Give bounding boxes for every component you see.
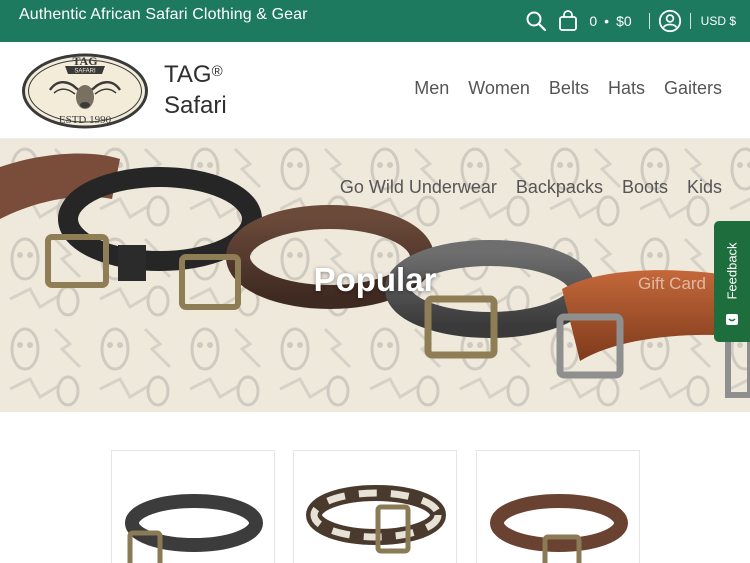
cart-count: 0: [589, 13, 598, 29]
product-card[interactable]: [111, 450, 275, 563]
product-image-belt-black: [125, 494, 263, 563]
brand-line1: TAG: [164, 61, 212, 88]
primary-nav: Men Women Belts Hats Gaiters: [414, 78, 722, 99]
cart-summary[interactable]: 0 • $0: [589, 13, 631, 29]
nav-men[interactable]: Men: [414, 78, 449, 99]
header-tools: 0 • $0 USD $: [523, 8, 736, 34]
nav-gaiters[interactable]: Gaiters: [664, 78, 722, 99]
feedback-button[interactable]: Feedback: [714, 221, 750, 342]
nav-go-wild-underwear[interactable]: Go Wild Underwear: [340, 177, 497, 198]
divider: [689, 13, 691, 29]
hero-title: Popular: [313, 261, 437, 298]
nav-backpacks[interactable]: Backpacks: [516, 177, 603, 198]
hero-banner: Go Wild Underwear Backpacks Boots Kids G…: [0, 139, 750, 412]
nav-boots[interactable]: Boots: [622, 177, 668, 198]
nav-belts[interactable]: Belts: [549, 78, 589, 99]
feedback-icon: [726, 314, 738, 325]
cart-total: $0: [616, 13, 632, 29]
announcement-text: Authentic African Safari Clothing & Gear: [19, 6, 308, 23]
logo-bottom-text: ESTD 1990: [59, 114, 112, 126]
product-image-belt-hide: [306, 485, 446, 554]
currency-selector[interactable]: USD $: [701, 14, 736, 28]
divider: [648, 13, 650, 29]
cart-separator: •: [604, 13, 610, 29]
product-card[interactable]: [476, 450, 640, 563]
registered-mark: ®: [211, 63, 223, 80]
logo[interactable]: TAG SAFARI ESTD 1990: [20, 52, 150, 130]
brand-line2: Safari: [164, 92, 227, 119]
logo-banner-text: SAFARI: [74, 69, 96, 75]
feedback-label: Feedback: [724, 242, 740, 300]
secondary-nav: Go Wild Underwear Backpacks Boots Kids: [340, 177, 722, 198]
nav-kids[interactable]: Kids: [687, 177, 722, 198]
account-icon[interactable]: [657, 8, 683, 34]
announcement-bar: Authentic African Safari Clothing & Gear…: [0, 0, 750, 42]
nav-women[interactable]: Women: [468, 78, 530, 99]
site-header: TAG SAFARI ESTD 1990 TAG® Safari Men Wom…: [0, 42, 750, 139]
search-icon[interactable]: [523, 8, 549, 34]
product-card[interactable]: [293, 450, 457, 563]
nav-hats[interactable]: Hats: [608, 78, 645, 99]
logo-top-text: TAG: [72, 54, 97, 68]
cart-icon[interactable]: [555, 8, 581, 34]
product-image-belt-brown: [490, 494, 628, 563]
brand-name[interactable]: TAG® Safari: [164, 59, 227, 121]
